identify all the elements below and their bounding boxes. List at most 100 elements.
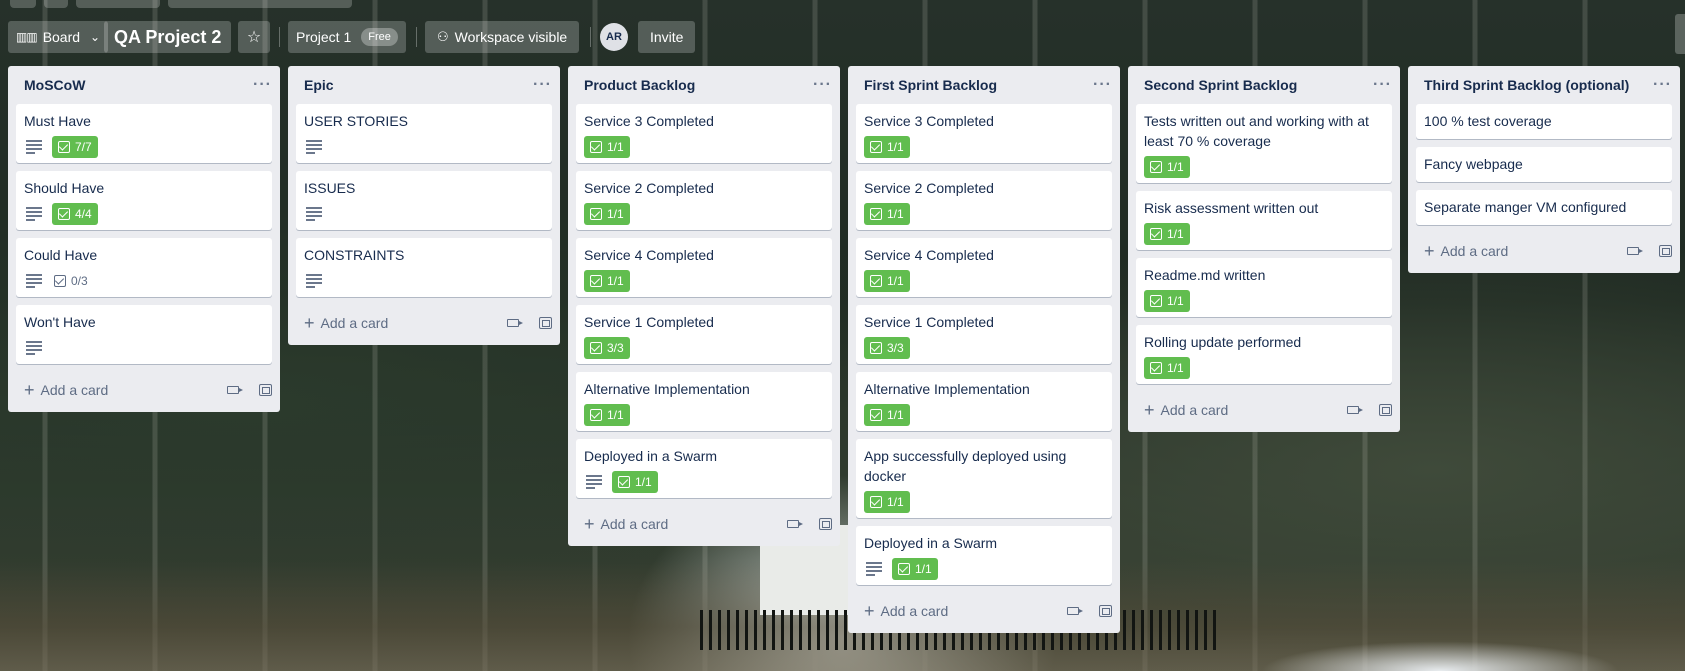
checklist-badge: 1/1 (612, 471, 658, 493)
plan-badge: Free (361, 28, 398, 46)
card[interactable]: Should Have 4/4 (16, 171, 272, 230)
card[interactable]: Must Have 7/7 (16, 104, 272, 163)
card[interactable]: Service 2 Completed 1/1 (576, 171, 832, 230)
people-icon: ⚇ (437, 29, 449, 44)
card-title: Alternative Implementation (864, 381, 1030, 397)
checklist-badge: 1/1 (864, 203, 910, 225)
list-title[interactable]: Product Backlog (584, 77, 695, 93)
card[interactable]: USER STORIES (296, 104, 552, 163)
video-icon[interactable] (227, 386, 243, 394)
checklist-count: 1/1 (1167, 160, 1184, 174)
card-title: Deployed in a Swarm (864, 535, 998, 551)
list-header[interactable]: Epic ··· (288, 66, 560, 104)
board-title[interactable]: QA Project 2 (104, 21, 232, 53)
card-title: Tests written out and working with at le… (1144, 113, 1369, 149)
card-badges: 1/1 (864, 135, 1104, 159)
add-card-button[interactable]: + Add a card (1408, 233, 1680, 269)
more-icon[interactable]: ··· (533, 76, 552, 94)
card[interactable]: CONSTRAINTS (296, 238, 552, 297)
card-title: Deployed in a Swarm (584, 448, 718, 464)
card[interactable]: Service 3 Completed 1/1 (856, 104, 1112, 163)
card[interactable]: Service 1 Completed 3/3 (856, 305, 1112, 364)
add-card-button[interactable]: + Add a card (848, 593, 1120, 629)
add-card-button[interactable]: + Add a card (1128, 392, 1400, 428)
card[interactable]: Separate manger VM configured (1416, 190, 1672, 225)
card[interactable]: ISSUES (296, 171, 552, 230)
card[interactable]: Readme.md written 1/1 (1136, 258, 1392, 317)
header-scroll-hint (10, 0, 36, 8)
star-button[interactable]: ☆ (238, 21, 270, 53)
card[interactable]: Service 4 Completed 1/1 (856, 238, 1112, 297)
card[interactable]: Deployed in a Swarm 1/1 (576, 439, 832, 498)
invite-button[interactable]: Invite (638, 21, 696, 53)
visibility-button[interactable]: ⚇ Workspace visible (425, 21, 580, 53)
card[interactable]: Rolling update performed 1/1 (1136, 325, 1392, 384)
list-title[interactable]: Third Sprint Backlog (optional) (1424, 77, 1629, 93)
list-header[interactable]: Third Sprint Backlog (optional) ··· (1408, 66, 1680, 104)
card[interactable]: Risk assessment written out 1/1 (1136, 191, 1392, 250)
add-card-button[interactable]: + Add a card (288, 305, 560, 341)
list-header[interactable]: Product Backlog ··· (568, 66, 840, 104)
template-icon[interactable] (1659, 245, 1672, 257)
card[interactable]: Fancy webpage (1416, 147, 1672, 182)
header-divider (590, 27, 591, 47)
card[interactable]: Alternative Implementation 1/1 (576, 372, 832, 431)
card[interactable]: Won't Have (16, 305, 272, 364)
board-header: ▥▥ Board ⌄ QA Project 2 ☆ Project 1 Free… (0, 0, 1685, 66)
video-icon[interactable] (1067, 607, 1083, 615)
checklist-badge: 3/3 (864, 337, 910, 359)
video-icon[interactable] (507, 319, 523, 327)
checklist-count: 0/3 (71, 274, 88, 288)
more-icon[interactable]: ··· (253, 76, 272, 94)
list-header[interactable]: Second Sprint Backlog ··· (1128, 66, 1400, 104)
more-icon[interactable]: ··· (1373, 76, 1392, 94)
card[interactable]: Service 3 Completed 1/1 (576, 104, 832, 163)
card-title: Service 2 Completed (584, 180, 714, 196)
description-icon (26, 273, 42, 289)
checklist-count: 1/1 (607, 274, 624, 288)
card-list: Service 3 Completed 1/1 Service 2 Complete… (568, 104, 840, 498)
template-icon[interactable] (539, 317, 552, 329)
avatar[interactable]: AR (600, 23, 628, 51)
more-icon[interactable]: ··· (1653, 76, 1672, 94)
list-title[interactable]: MoSCoW (24, 77, 85, 93)
video-icon[interactable] (1627, 247, 1643, 255)
list-header[interactable]: First Sprint Backlog ··· (848, 66, 1120, 104)
card[interactable]: Service 2 Completed 1/1 (856, 171, 1112, 230)
card[interactable]: Could Have 0/3 (16, 238, 272, 297)
workspace-label: Project 1 (296, 29, 352, 45)
card[interactable]: 100 % test coverage (1416, 104, 1672, 139)
checklist-badge: 1/1 (892, 558, 938, 580)
card[interactable]: Tests written out and working with at le… (1136, 104, 1392, 183)
list-title[interactable]: Epic (304, 77, 334, 93)
add-card-button[interactable]: + Add a card (8, 372, 280, 408)
template-icon[interactable] (1099, 605, 1112, 617)
template-icon[interactable] (819, 518, 832, 530)
list-header[interactable]: MoSCoW ··· (8, 66, 280, 104)
video-icon[interactable] (1347, 406, 1363, 414)
list-title[interactable]: First Sprint Backlog (864, 77, 997, 93)
template-icon[interactable] (259, 384, 272, 396)
video-icon[interactable] (787, 520, 803, 528)
checklist-count: 3/3 (887, 341, 904, 355)
checklist-count: 1/1 (1167, 294, 1184, 308)
more-icon[interactable]: ··· (1093, 76, 1112, 94)
plus-icon: + (864, 601, 875, 621)
list-title[interactable]: Second Sprint Backlog (1144, 77, 1297, 93)
menu-edge[interactable] (1675, 14, 1685, 54)
card-badges: 1/1 (584, 269, 824, 293)
card[interactable]: App successfully deployed using docker 1/… (856, 439, 1112, 518)
board-view-switcher[interactable]: ▥▥ Board ⌄ (8, 21, 109, 53)
card[interactable]: Alternative Implementation 1/1 (856, 372, 1112, 431)
more-icon[interactable]: ··· (813, 76, 832, 94)
card[interactable]: Service 1 Completed 3/3 (576, 305, 832, 364)
card[interactable]: Service 4 Completed 1/1 (576, 238, 832, 297)
template-icon[interactable] (1379, 404, 1392, 416)
workspace-button[interactable]: Project 1 Free (288, 21, 406, 53)
card[interactable]: Deployed in a Swarm 1/1 (856, 526, 1112, 585)
card-title: Alternative Implementation (584, 381, 750, 397)
card-list: Tests written out and working with at le… (1128, 104, 1400, 384)
add-card-button[interactable]: + Add a card (568, 506, 840, 542)
checklist-badge: 1/1 (864, 491, 910, 513)
checklist-badge: 1/1 (864, 270, 910, 292)
